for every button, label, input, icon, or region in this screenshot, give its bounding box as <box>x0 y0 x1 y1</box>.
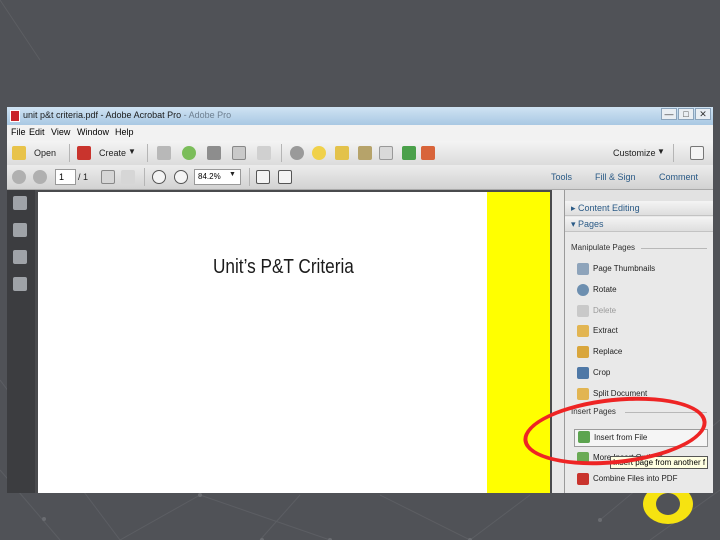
rotate-icon <box>577 284 589 296</box>
previous-page-icon[interactable] <box>12 170 26 184</box>
window-title: unit p&t criteria.pdf - Adobe Acrobat Pr… <box>23 110 232 120</box>
fit-page-icon[interactable] <box>256 170 270 184</box>
print-icon[interactable] <box>207 146 221 160</box>
stamp-icon[interactable] <box>358 146 372 160</box>
pages-header[interactable]: ▾ Pages <box>565 217 713 232</box>
thumbnails-icon <box>577 263 589 275</box>
next-page-icon[interactable] <box>33 170 47 184</box>
hand-tool-icon[interactable] <box>121 170 135 184</box>
menu-help[interactable]: Help <box>115 127 134 137</box>
signature-icon[interactable] <box>13 277 27 291</box>
menu-view[interactable]: View <box>51 127 70 137</box>
save-icon[interactable] <box>157 146 171 160</box>
pdf-page: Unit’s P&T Criteria <box>38 192 490 493</box>
split-icon <box>577 388 589 400</box>
maximize-button[interactable]: □ <box>678 108 694 120</box>
settings-icon[interactable] <box>290 146 304 160</box>
cloud-upload-icon[interactable] <box>182 146 196 160</box>
close-button[interactable]: ✕ <box>695 108 711 120</box>
tab-tools[interactable]: Tools <box>551 172 572 182</box>
rotate-item[interactable]: Rotate <box>577 282 705 298</box>
combine-icon <box>577 473 589 485</box>
extract-item[interactable]: Extract <box>577 323 705 339</box>
menu-window[interactable]: Window <box>77 127 109 137</box>
zoom-chevron-icon[interactable]: ▼ <box>229 171 236 178</box>
bookmark-icon[interactable] <box>13 223 27 237</box>
document-view[interactable]: Unit’s P&T Criteria <box>35 190 552 493</box>
sign-icon[interactable] <box>421 146 435 160</box>
page-total: / 1 <box>78 172 89 182</box>
replace-item[interactable]: Replace <box>577 344 705 360</box>
edit-document-icon[interactable] <box>232 146 246 160</box>
tab-fill-sign[interactable]: Fill & Sign <box>595 172 636 182</box>
zoom-in-icon[interactable] <box>174 170 188 184</box>
crop-icon <box>577 367 589 379</box>
menu-bar: File Edit View Window Help <box>7 125 713 141</box>
navigation-pane <box>7 190 35 493</box>
highlight-icon[interactable] <box>335 146 349 160</box>
tab-comment[interactable]: Comment <box>659 172 698 182</box>
page-thumbnails-item[interactable]: Page Thumbnails <box>577 261 705 277</box>
content-editing-header[interactable]: ▸ Content Editing <box>565 201 713 216</box>
minimize-button[interactable]: — <box>661 108 677 120</box>
full-screen-icon[interactable] <box>278 170 292 184</box>
crop-item[interactable]: Crop <box>577 365 705 381</box>
manipulate-pages-title: Manipulate Pages <box>571 243 636 252</box>
replace-icon <box>577 346 589 358</box>
navigation-toolbar: 1 / 1 84.2% ▼ Tools Fill & Sign Comment <box>7 165 713 190</box>
pdf-file-icon <box>10 110 20 122</box>
zoom-out-icon[interactable] <box>152 170 166 184</box>
select-cursor-icon[interactable] <box>101 170 115 184</box>
open-button[interactable]: Open <box>34 148 56 158</box>
email-icon[interactable] <box>257 146 271 160</box>
create-icon <box>77 146 91 160</box>
open-folder-icon <box>12 146 26 160</box>
attachment-icon[interactable] <box>13 250 27 264</box>
extract-icon <box>577 325 589 337</box>
delete-icon <box>577 305 589 317</box>
menu-edit[interactable]: Edit <box>29 127 45 137</box>
page-thumbnails-icon[interactable] <box>13 196 27 210</box>
combine-files-item[interactable]: Combine Files into PDF <box>577 471 705 487</box>
comment-icon[interactable] <box>312 146 326 160</box>
create-button[interactable]: Create <box>99 148 126 158</box>
main-toolbar: Open Create ▼ Customize ▼ <box>7 141 713 166</box>
document-title: Unit’s P&T Criteria <box>213 256 354 278</box>
customize-chevron-icon[interactable]: ▼ <box>657 147 665 156</box>
menu-file[interactable]: File <box>11 127 26 137</box>
delete-item[interactable]: Delete <box>577 303 705 319</box>
chevron-down-icon[interactable]: ▼ <box>128 147 136 156</box>
customize-button[interactable]: Customize <box>613 148 656 158</box>
title-bar: unit p&t criteria.pdf - Adobe Acrobat Pr… <box>7 107 713 125</box>
page-number-input[interactable]: 1 <box>55 169 76 185</box>
share-icon[interactable] <box>402 146 416 160</box>
attach-icon[interactable] <box>379 146 393 160</box>
expand-icon[interactable] <box>690 146 704 160</box>
